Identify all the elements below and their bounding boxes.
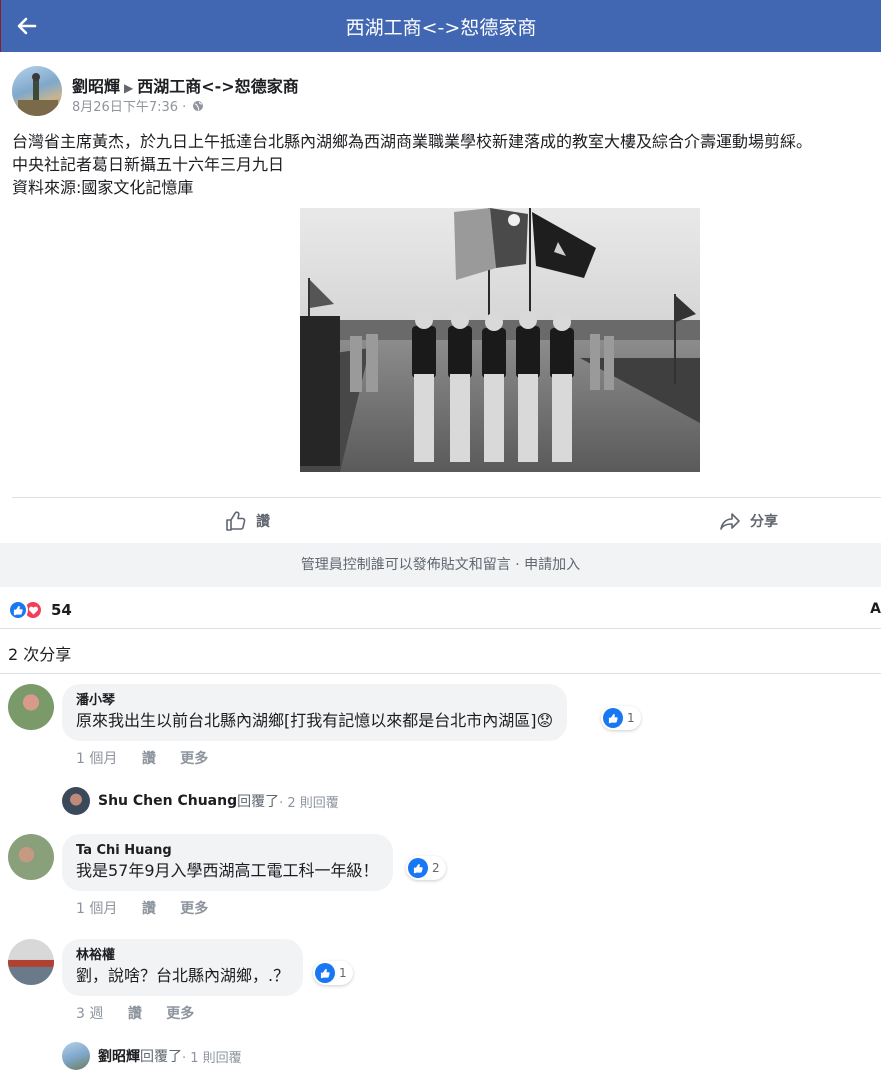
reactions-summary[interactable]: 54 [8,598,72,622]
comment-time[interactable]: 1 個月 [76,901,117,917]
reply-summary[interactable]: 劉昭輝 回覆了 · 1 則回覆 [62,1041,242,1071]
comment-like-button[interactable]: 讚 [142,751,156,767]
share-count[interactable]: 2 次分享 [8,641,71,665]
like-reaction-icon [8,600,28,620]
reaction-count: 54 [51,601,72,619]
post-text-line: 中央社記者葛日新攝五十六年三月九日 [12,155,285,174]
commenter-avatar[interactable] [8,939,54,985]
reply-avatar [62,1042,90,1070]
commenter-name[interactable]: 林裕權 [76,947,289,965]
globe-icon [193,101,204,111]
post-text: 台灣省主席黃杰，於九日上午抵達台北縣內湖鄉為西湖商業職業學校新建落成的教室大樓及… [12,130,880,199]
action-bar: 讚 分享 [12,499,881,543]
reply-count: · 1 則回覆 [182,1050,242,1066]
reply-avatar [62,787,90,815]
group-name[interactable]: 西湖工商<->恕德家商 [137,77,298,96]
commenter-avatar[interactable] [8,684,54,730]
reply-summary[interactable]: Shu Chen Chuang 回覆了 · 2 則回覆 [62,786,339,816]
reply-verb: 回覆了 [140,1049,182,1065]
like-reaction-icon [603,708,623,728]
top-bar: 西湖工商<->恕德家商 [0,0,881,52]
post-photo[interactable] [300,208,700,472]
share-label: 分享 [750,514,778,530]
like-count-number: 1 [339,966,347,980]
divider [0,673,881,674]
comment-bubble: 潘小琴 原來我出生以前台北縣內湖鄉[打我有記憶以來都是台北市內湖區]😟 [62,684,568,741]
group-notice[interactable]: 管理員控制誰可以發佈貼文和留言 · 申請加入 [0,543,881,587]
caret-right-icon: ▶ [124,81,134,95]
truncated-text: A [870,601,881,617]
comment-text: 原來我出生以前台北縣內湖鄉[打我有記憶以來都是台北市內湖區]😟 [76,711,554,730]
comment-actions: 3 週 讚 更多 [76,1003,214,1023]
post-text-line: 資料來源:國家文化記憶庫 [12,178,194,197]
like-reaction-icon [315,963,335,983]
comment-bubble: Ta Chi Huang 我是57年9月入學西湖高工電工科一年級！ [62,834,393,891]
post-timestamp[interactable]: 8月26日下午7:36 · [72,100,186,115]
comment-like-count[interactable]: 1 [313,961,353,985]
comment-text: 劉，說啥？台北縣內湖鄉，.？ [76,966,290,985]
page-title: 西湖工商<->恕德家商 [345,17,537,39]
commenter-name[interactable]: Ta Chi Huang [76,842,379,860]
comment-time[interactable]: 1 個月 [76,751,117,767]
author-avatar[interactable] [12,66,62,116]
divider [12,497,881,498]
comment-bubble: 林裕權 劉，說啥？台北縣內湖鄉，.？ [62,939,304,996]
like-label: 讚 [256,514,270,530]
comment-like-count[interactable]: 1 [601,706,641,730]
reply-author: Shu Chen Chuang [98,793,238,809]
thumbs-up-icon [226,511,246,531]
like-reaction-icon [408,858,428,878]
comment-like-button[interactable]: 讚 [128,1006,142,1022]
comment-actions: 1 個月 讚 更多 [76,898,228,918]
comment-text: 我是57年9月入學西湖高工電工科一年級！ [76,861,379,880]
like-count-number: 1 [627,711,635,725]
commenter-avatar[interactable] [8,834,54,880]
post-header: 劉昭輝 ▶ 西湖工商<->恕德家商 8月26日下午7:36 · [12,66,872,118]
reply-verb: 回覆了 [237,794,280,810]
commenter-name[interactable]: 潘小琴 [76,692,553,710]
reply-author: 劉昭輝 [98,1049,140,1065]
comment-actions: 1 個月 讚 更多 [76,748,228,768]
reply-count: · 2 則回覆 [279,795,339,811]
comment-like-button[interactable]: 讚 [142,901,156,917]
like-button[interactable]: 讚 [224,509,270,533]
like-count-number: 2 [432,861,440,875]
comment-more-button[interactable]: 更多 [166,1006,194,1022]
divider [0,628,881,629]
comment-more-button[interactable]: 更多 [180,751,208,767]
comment-more-button[interactable]: 更多 [180,901,208,917]
comment-time[interactable]: 3 週 [76,1006,103,1022]
post-text-line: 台灣省主席黃杰，於九日上午抵達台北縣內湖鄉為西湖商業職業學校新建落成的教室大樓及… [12,132,813,151]
share-button[interactable]: 分享 [718,509,778,533]
share-arrow-icon [720,513,740,530]
comment-like-count[interactable]: 2 [406,856,446,880]
author-name[interactable]: 劉昭輝 [72,77,120,96]
